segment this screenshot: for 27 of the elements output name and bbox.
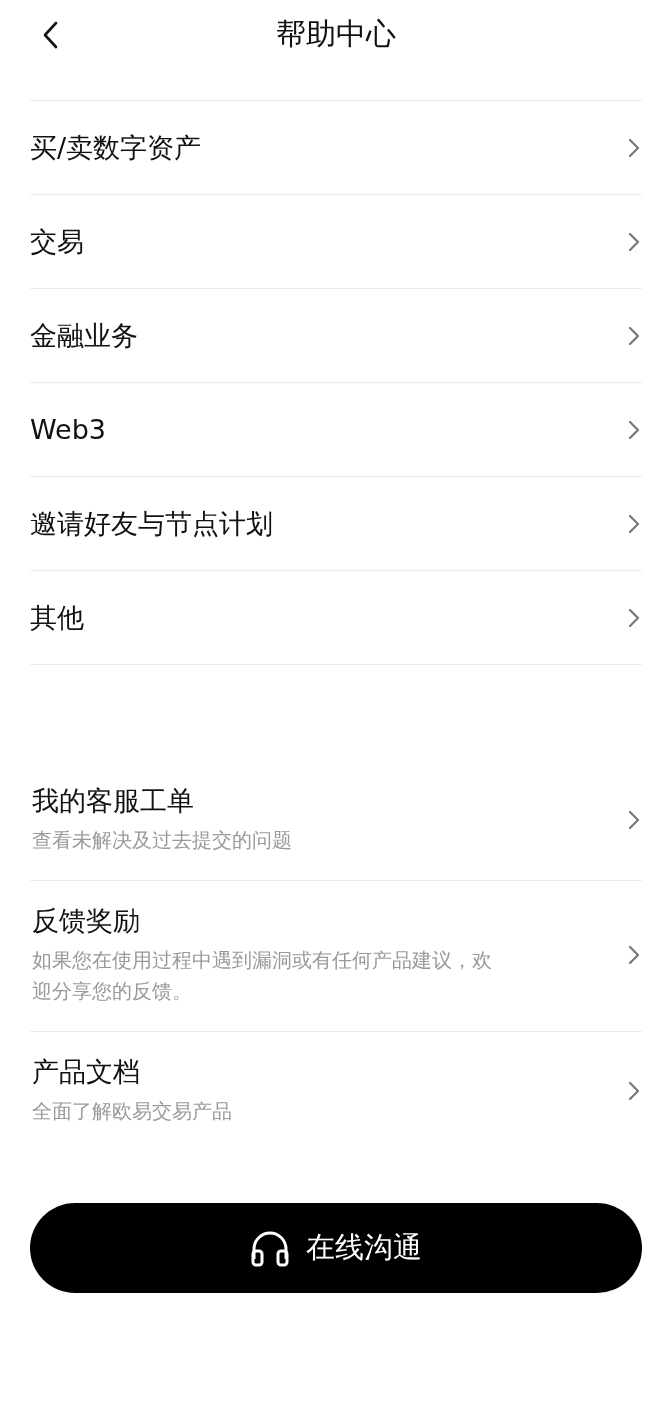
category-item[interactable]: 金融业务	[30, 289, 642, 383]
chevron-right-icon	[628, 137, 640, 158]
category-item[interactable]: 交易	[30, 195, 642, 289]
service-description: 查看未解决及过去提交的问题	[32, 827, 292, 854]
chevron-right-icon	[628, 809, 640, 830]
category-item[interactable]: 邀请好友与节点计划	[30, 477, 642, 571]
service-title: 反馈奖励	[32, 904, 141, 938]
service-description: 如果您在使用过程中遇到漏洞或有任何产品建议，欢迎分享您的反馈。	[32, 947, 493, 1005]
page-title: 帮助中心	[275, 15, 397, 53]
chevron-right-icon	[628, 607, 640, 628]
category-item[interactable]: 买/卖数字资产	[30, 101, 642, 195]
service-title: 我的客服工单	[32, 784, 195, 818]
service-item[interactable]: 反馈奖励 如果您在使用过程中遇到漏洞或有任何产品建议，欢迎分享您的反馈。	[30, 881, 642, 1032]
chevron-right-icon	[628, 419, 640, 440]
service-title: 产品文档	[32, 1055, 141, 1089]
category-item[interactable]: Web3	[30, 383, 642, 477]
service-item[interactable]: 我的客服工单 查看未解决及过去提交的问题	[30, 761, 642, 881]
chevron-right-icon	[628, 1080, 640, 1101]
service-item[interactable]: 产品文档 全面了解欧易交易产品	[30, 1032, 642, 1151]
chevron-right-icon	[628, 945, 640, 965]
chevron-right-icon	[628, 231, 640, 252]
service-description: 全面了解欧易交易产品	[32, 1098, 232, 1125]
headphones-icon	[250, 1229, 290, 1267]
chevron-right-icon	[628, 513, 640, 534]
category-item[interactable]: 其他	[30, 571, 642, 665]
chevron-right-icon	[628, 325, 640, 346]
chat-button[interactable]: 在线沟通	[30, 1203, 642, 1293]
